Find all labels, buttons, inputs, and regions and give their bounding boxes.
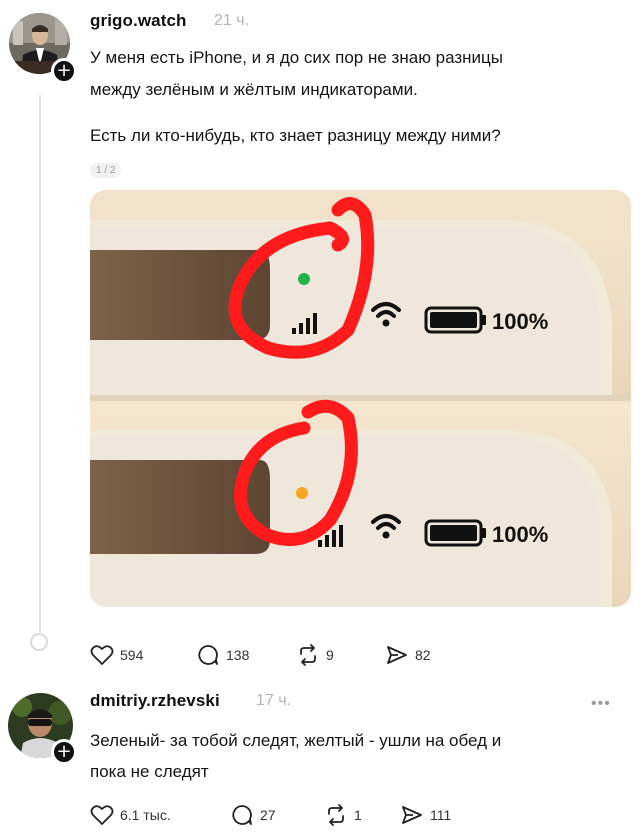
- repost-icon: [296, 643, 320, 667]
- reply-share-button[interactable]: 111: [400, 802, 451, 828]
- like-button[interactable]: 594: [90, 642, 143, 668]
- send-icon: [400, 803, 424, 827]
- reply-comment-count: 27: [260, 807, 276, 823]
- reply-username[interactable]: dmitriy.rzhevski: [90, 691, 220, 711]
- post-image[interactable]: 100% 100%: [90, 190, 631, 607]
- thread-end-avatar: [30, 633, 48, 651]
- share-button[interactable]: 82: [385, 642, 431, 668]
- reply-like-button[interactable]: 6.1 тыс.: [90, 802, 171, 828]
- bottom-status-panel: [90, 401, 631, 607]
- repost-count: 9: [326, 647, 334, 663]
- heart-icon: [90, 644, 114, 666]
- reply-follow-plus-button[interactable]: +: [51, 739, 77, 765]
- reply-text-line-1: Зеленый- за тобой следят, желтый - ушли …: [90, 731, 502, 750]
- send-icon: [385, 643, 409, 667]
- thread-line: [39, 95, 41, 632]
- top-battery-percent: 100%: [492, 309, 548, 334]
- more-dots-icon[interactable]: •••: [591, 695, 611, 713]
- reply-comment-button[interactable]: 27: [230, 802, 276, 828]
- post-text-line-3: Есть ли кто-нибудь, кто знает разницу ме…: [90, 126, 501, 145]
- comment-count: 138: [226, 647, 250, 663]
- follow-plus-button[interactable]: +: [51, 58, 77, 84]
- reply-like-count: 6.1 тыс.: [120, 807, 171, 823]
- comment-icon: [230, 803, 254, 827]
- post-text-line-2: между зелёным и жёлтым индикаторами.: [90, 80, 418, 99]
- like-count: 594: [120, 647, 144, 663]
- comment-icon: [196, 643, 220, 667]
- repost-icon: [324, 803, 348, 827]
- share-count: 82: [415, 647, 431, 663]
- image-counter: 1 / 2: [90, 163, 122, 178]
- repost-button[interactable]: 9: [296, 642, 334, 668]
- bottom-battery-percent: 100%: [492, 522, 548, 547]
- reply-repost-button[interactable]: 1: [324, 802, 362, 828]
- comment-button[interactable]: 138: [196, 642, 249, 668]
- reply-text-line-2: пока не следят: [90, 762, 209, 781]
- reply-time: 17 ч.: [256, 692, 292, 709]
- reply-share-count: 111: [430, 807, 452, 823]
- reply-repost-count: 1: [354, 807, 362, 823]
- heart-icon: [90, 804, 114, 826]
- post-text-line-1: У меня есть iPhone, и я до сих пор не зн…: [90, 48, 504, 67]
- yellow-indicator-dot: [296, 487, 308, 499]
- post-actions: 594 138 9 82: [90, 642, 450, 668]
- post-username[interactable]: grigo.watch: [90, 11, 187, 31]
- reply-actions: 6.1 тыс. 27 1 111: [90, 802, 470, 828]
- post-time: 21 ч.: [214, 12, 250, 29]
- green-indicator-dot: [298, 273, 310, 285]
